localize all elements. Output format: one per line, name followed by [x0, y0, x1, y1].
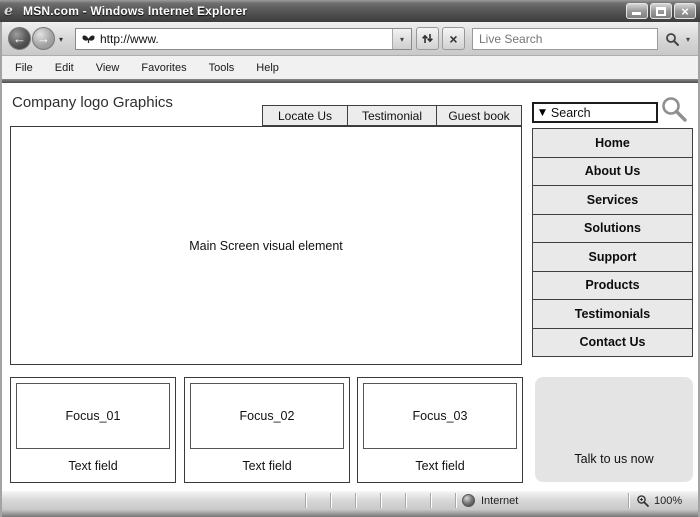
site-search-icon[interactable] — [660, 96, 690, 124]
browser-window: e MSN.com - Windows Internet Explorer × … — [0, 0, 700, 517]
zoom-magnifier-icon — [637, 494, 649, 507]
menu-bar: File Edit View Favorites Tools Help — [2, 56, 698, 79]
address-bar: ← → ▾ ▾ × — [2, 22, 698, 56]
refresh-icon — [422, 34, 433, 43]
statusbar-cell-divider — [405, 493, 406, 508]
search-icon — [666, 32, 679, 46]
maximize-icon — [656, 6, 666, 16]
focus-card-2: Focus_02 Text field — [184, 377, 350, 483]
forward-icon: → — [37, 31, 50, 46]
site-search-label: Search — [550, 105, 591, 120]
nav-item-home[interactable]: Home — [532, 128, 693, 158]
talk-to-us-label: Talk to us now — [574, 452, 654, 466]
chevron-down-icon: ▾ — [399, 34, 404, 44]
statusbar-cell-divider — [455, 493, 456, 508]
refresh-button[interactable] — [416, 27, 439, 50]
ie-icon: e — [4, 2, 13, 19]
focus-caption-3: Text field — [415, 458, 465, 473]
statusbar-cell-divider — [330, 493, 331, 508]
page-content: Company logo Graphics Locate Us Testimon… — [2, 83, 698, 490]
security-zone-label: Internet — [481, 494, 519, 507]
page-tabs: Locate Us Testimonial Guest book — [262, 105, 522, 126]
menu-item-tools[interactable]: Tools — [198, 62, 246, 74]
zoom-level-label: 100% — [654, 494, 683, 507]
nav-item-products[interactable]: Products — [532, 270, 693, 300]
live-search-button[interactable] — [661, 28, 684, 50]
focus-box-2: Focus_02 — [190, 383, 344, 449]
site-nav-menu: Home About Us Services Solutions Support… — [532, 128, 693, 357]
menu-item-help[interactable]: Help — [245, 62, 290, 74]
statusbar-cell-divider — [355, 493, 356, 508]
menu-item-favorites[interactable]: Favorites — [130, 62, 197, 74]
tab-testimonial[interactable]: Testimonial — [347, 105, 437, 126]
stop-icon: × — [449, 30, 458, 47]
history-dropdown-icon[interactable]: ▾ — [59, 35, 63, 44]
nav-item-contact-us[interactable]: Contact Us — [532, 327, 693, 357]
live-search-box — [472, 28, 658, 50]
talk-to-us-panel[interactable]: Talk to us now — [535, 377, 693, 482]
back-icon: ← — [13, 31, 26, 46]
stop-button[interactable]: × — [442, 27, 465, 50]
tab-locate-us[interactable]: Locate Us — [262, 105, 348, 126]
main-screen-label: Main Screen visual element — [189, 238, 343, 253]
statusbar-cell-divider — [305, 493, 306, 508]
url-input[interactable] — [100, 32, 392, 46]
focus-caption-2: Text field — [242, 458, 292, 473]
minimize-button[interactable] — [626, 3, 648, 19]
nav-item-support[interactable]: Support — [532, 242, 693, 272]
triangle-down-icon: ▼ — [539, 107, 546, 118]
nav-item-about-us[interactable]: About Us — [532, 156, 693, 186]
statusbar-cell-divider — [380, 493, 381, 508]
window-title: MSN.com - Windows Internet Explorer — [23, 4, 248, 18]
nav-item-solutions[interactable]: Solutions — [532, 213, 693, 243]
address-field: ▾ — [75, 28, 412, 50]
statusbar-cell-divider — [628, 493, 629, 508]
search-options-icon[interactable]: ▾ — [686, 35, 690, 44]
menu-item-view[interactable]: View — [85, 62, 131, 74]
menu-item-edit[interactable]: Edit — [44, 62, 85, 74]
statusbar-cell-divider — [430, 493, 431, 508]
forward-button[interactable]: → — [32, 27, 55, 50]
focus-caption-1: Text field — [68, 458, 118, 473]
maximize-button[interactable] — [650, 3, 672, 19]
close-icon: × — [681, 3, 689, 19]
company-logo: Company logo Graphics — [12, 94, 173, 111]
main-screen-area: Main Screen visual element — [10, 126, 522, 365]
title-bar: e MSN.com - Windows Internet Explorer × — [0, 0, 700, 22]
window-bottom-edge — [2, 510, 698, 517]
focus-card-3: Focus_03 Text field — [357, 377, 523, 483]
url-dropdown-button[interactable]: ▾ — [392, 29, 411, 49]
minimize-icon — [632, 12, 641, 15]
menu-item-file[interactable]: File — [4, 62, 44, 74]
focus-card-1: Focus_01 Text field — [10, 377, 176, 483]
zoom-control[interactable]: 100% — [636, 491, 682, 510]
nav-item-testimonials[interactable]: Testimonials — [532, 299, 693, 329]
site-search-dropdown[interactable]: ▼ Search — [532, 102, 658, 123]
nav-item-services[interactable]: Services — [532, 185, 693, 215]
live-search-input[interactable] — [473, 32, 657, 46]
window-frame: ← → ▾ ▾ × — [0, 22, 700, 517]
focus-box-1: Focus_01 — [16, 383, 170, 449]
tab-guest-book[interactable]: Guest book — [436, 105, 522, 126]
internet-zone-icon — [462, 494, 475, 507]
focus-box-3: Focus_03 — [363, 383, 517, 449]
close-button[interactable]: × — [674, 3, 696, 19]
msn-butterfly-icon — [82, 34, 95, 43]
back-button[interactable]: ← — [8, 27, 31, 50]
status-bar: Internet 100% — [2, 490, 698, 510]
